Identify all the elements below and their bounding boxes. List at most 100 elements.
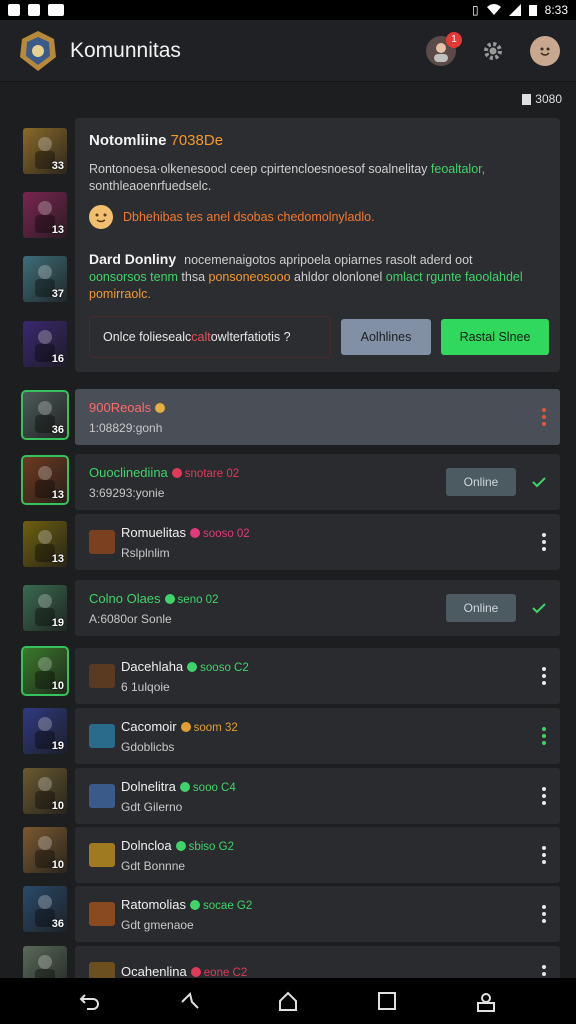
game-thumbnail[interactable]: 13: [21, 455, 69, 505]
item-subtitle: A:6080or Sonle: [89, 612, 172, 626]
app-bar: Komunnitas 1: [0, 20, 576, 82]
game-thumbnail[interactable]: 36: [23, 886, 67, 932]
avatar: [89, 530, 115, 554]
back-button[interactable]: [76, 987, 104, 1015]
more-options-icon[interactable]: [542, 787, 546, 805]
app-logo-icon: [16, 29, 60, 73]
thumbnail-number: 13: [51, 489, 64, 501]
list-item[interactable]: Ouoclinediina snotare 02 3:69293:yonie Onli…: [75, 454, 560, 510]
item-tag: sooso 02: [190, 528, 250, 540]
game-thumbnail[interactable]: 10: [23, 768, 67, 814]
settings-button[interactable]: [478, 36, 508, 66]
feature-body: Rontonoesa·olkenesoocl ceep cpirtencloes…: [89, 162, 486, 193]
game-thumbnail[interactable]: 16: [23, 321, 67, 367]
item-subtitle: Gdoblicbs: [121, 740, 175, 754]
thumbnail-number: 19: [51, 617, 64, 629]
tag-icon: [187, 662, 198, 672]
item-subtitle: Gdt Gilerno: [121, 800, 183, 814]
clock: 8:33: [544, 3, 568, 17]
vibrate-icon: ▯: [472, 3, 479, 17]
assistant-icon: [181, 992, 199, 1009]
avatar: [89, 664, 115, 688]
thumbnail-number: 36: [51, 918, 64, 930]
more-options-icon[interactable]: [542, 408, 546, 426]
more-options-icon[interactable]: [542, 846, 546, 864]
item-tag: sbiso G2: [175, 841, 234, 853]
feature-title: Notomliine 7038De: [89, 132, 224, 149]
home-button[interactable]: [274, 987, 302, 1015]
recents-button[interactable]: [373, 987, 401, 1015]
more-options-icon[interactable]: [542, 727, 546, 745]
item-name: Dacehlaha: [121, 659, 184, 674]
game-thumbnail[interactable]: 19: [23, 708, 67, 754]
thumbnail-number: 10: [51, 800, 64, 812]
feature-subtitle: Dard Donliny nocemenaigotos apripoela opi…: [89, 251, 473, 267]
status-bar: ▯ 8:33: [0, 0, 576, 20]
item-tag: sooo C4: [179, 782, 236, 794]
list-item[interactable]: Dacehlaha sooso C2 6 1ulqoie: [75, 648, 560, 704]
list-item[interactable]: Colno Olaes seno 02 A:6080or Sonle Online: [75, 580, 560, 636]
list-item[interactable]: Dolnelitra sooo C4 Gdt Gilerno: [75, 768, 560, 824]
item-subtitle: 6 1ulqoie: [121, 680, 170, 694]
item-tag: snotare 02: [171, 468, 239, 480]
list-item[interactable]: Ratomolias socae G2 Gdt gmenaoe: [75, 886, 560, 942]
game-thumbnail[interactable]: 13: [23, 192, 67, 238]
check-icon: [532, 603, 546, 614]
item-name: Colno Olaes: [89, 591, 161, 606]
tag-icon: [180, 722, 191, 732]
tag-icon: [190, 967, 201, 977]
item-name: Romuelitas: [121, 525, 187, 540]
home-icon: [278, 991, 297, 1011]
game-thumbnail[interactable]: 10: [23, 827, 67, 873]
item-name: Dolnelitra: [121, 779, 176, 794]
game-thumbnail[interactable]: 19: [23, 585, 67, 631]
profile-nav-button[interactable]: [472, 987, 500, 1015]
document-icon: [522, 93, 532, 105]
tag-icon: [190, 900, 201, 910]
tag-icon: [190, 528, 201, 538]
game-thumbnail[interactable]: 36: [21, 390, 69, 440]
primary-action-button[interactable]: Rastal Slnee: [441, 319, 549, 355]
emoji-button[interactable]: [530, 35, 560, 66]
item-name: Dolncloa: [121, 838, 172, 853]
avatar: [89, 902, 115, 926]
more-options-icon[interactable]: [542, 533, 546, 551]
thumbnail-number: 19: [51, 740, 64, 752]
game-thumbnail[interactable]: 13: [23, 521, 67, 567]
tag-icon: [155, 403, 166, 413]
game-thumbnail[interactable]: 10: [21, 646, 69, 696]
more-options-icon[interactable]: [542, 667, 546, 685]
thumbnail-number: 16: [51, 353, 64, 365]
profile-notifications-button[interactable]: 1: [426, 31, 462, 66]
check-icon: [532, 477, 546, 488]
app-title: Komunnitas: [70, 38, 181, 62]
tag-icon: [164, 594, 175, 604]
online-button[interactable]: Online: [446, 468, 516, 496]
face-icon: [89, 205, 113, 229]
item-subtitle: 1:08829:gonh: [89, 421, 163, 435]
item-tag: soom 32: [180, 722, 238, 734]
item-subtitle: Gdt Bonnne: [121, 859, 186, 873]
battery-icon: [528, 5, 537, 16]
item-subtitle: Gdt gmenaoe: [121, 918, 194, 932]
item-tag: [155, 403, 168, 415]
game-thumbnail[interactable]: 33: [23, 128, 67, 174]
notification-icon: [8, 4, 20, 16]
more-options-icon[interactable]: [542, 905, 546, 923]
list-item[interactable]: Dolncloa sbiso G2 Gdt Bonnne: [75, 827, 560, 883]
notification-badge: 1: [446, 31, 462, 48]
item-subtitle: 3:69293:yonie: [89, 486, 165, 500]
tag-icon: [171, 468, 182, 478]
feature-prompt[interactable]: Onlce foliesealc calt owlterfatiotis ?: [89, 316, 331, 358]
list-item[interactable]: Romuelitas sooso 02 Rslplnlim: [75, 514, 560, 570]
count-chip: 3080: [522, 92, 562, 106]
assistant-button[interactable]: [175, 987, 203, 1015]
thumbnail-number: 13: [51, 553, 64, 565]
secondary-action-button[interactable]: Aolhlines: [341, 319, 431, 355]
tag-icon: [175, 841, 186, 851]
game-thumbnail[interactable]: 37: [23, 256, 67, 302]
smiley-icon: [540, 47, 550, 56]
online-button[interactable]: Online: [446, 594, 516, 622]
list-item[interactable]: Cacomoir soom 32 Gdoblicbs: [75, 708, 560, 764]
list-item[interactable]: 900Reoals 1:08829:gonh: [75, 389, 560, 445]
